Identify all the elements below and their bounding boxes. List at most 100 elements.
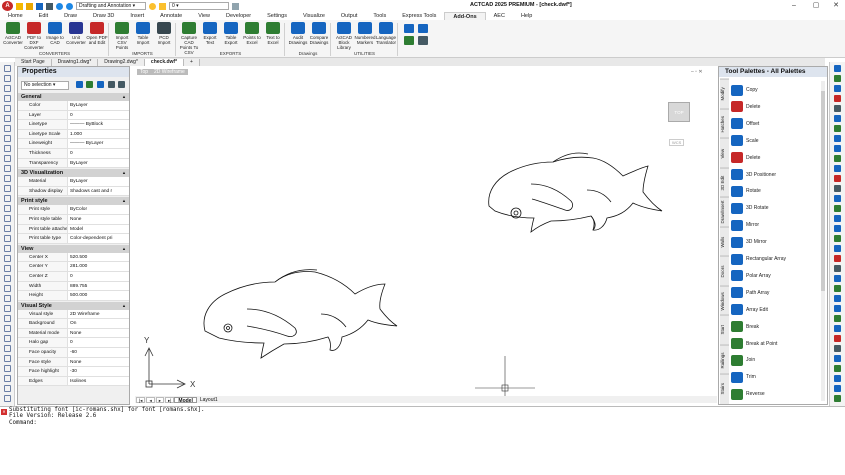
tab-view[interactable]: View xyxy=(190,12,218,20)
palette-item-delete[interactable]: Delete xyxy=(731,151,760,165)
property-row[interactable]: Face style None xyxy=(18,357,129,368)
doc-tab-drawing2-dwg[interactable]: Drawing2.dwg* xyxy=(98,59,145,66)
palette-tab-stairs[interactable]: Stairs xyxy=(720,374,729,404)
property-row[interactable]: Material ByLayer xyxy=(18,177,129,187)
right-tool-icon[interactable] xyxy=(834,255,841,262)
right-tool-icon[interactable] xyxy=(834,385,841,392)
property-row[interactable]: Thickness 0 xyxy=(18,148,129,159)
right-tool-icon[interactable] xyxy=(834,145,841,152)
pcd-import-button[interactable]: PCD Import xyxy=(153,22,175,50)
property-row[interactable]: Width 889.755 xyxy=(18,281,129,292)
left-tool-icon[interactable] xyxy=(3,395,11,402)
right-tool-icon[interactable] xyxy=(834,395,841,402)
property-value[interactable]: ByColor xyxy=(68,205,129,214)
audit-drawings-button[interactable]: Audit Drawings xyxy=(287,22,309,50)
unit-converter-button[interactable]: Unit Converter xyxy=(65,22,87,50)
first-layout-button[interactable]: |◂ xyxy=(136,396,146,403)
property-row[interactable]: Background On xyxy=(18,319,129,329)
tab-settings[interactable]: Settings xyxy=(259,12,295,20)
image-to-cad-button[interactable]: Image to CAD xyxy=(44,22,66,50)
doc-tab-drawing1-dwg[interactable]: Drawing1.dwg* xyxy=(51,59,99,66)
right-tool-icon[interactable] xyxy=(834,165,841,172)
property-value[interactable]: ByLayer xyxy=(68,159,129,168)
left-tool-icon[interactable] xyxy=(3,175,11,182)
right-tool-icon[interactable] xyxy=(834,95,841,102)
property-value[interactable]: 1.000 xyxy=(68,130,129,139)
section-3d-visualization[interactable]: 3D Visualization xyxy=(18,169,129,178)
palette-item-offset[interactable]: Offset xyxy=(731,117,759,131)
layout-tab-model[interactable]: Model xyxy=(174,396,197,404)
redo-icon[interactable] xyxy=(66,2,73,10)
palette-item-path-array[interactable]: Path Array xyxy=(731,286,769,300)
palette-tab-hatches[interactable]: Hatches xyxy=(720,108,729,139)
palette-tab-modify[interactable]: Modify xyxy=(720,79,729,109)
prev-layout-button[interactable]: ◂ xyxy=(146,396,155,403)
palette-item-break-at-point[interactable]: Break at Point xyxy=(731,337,777,351)
property-row[interactable]: Print style ByColor xyxy=(18,205,129,215)
property-value[interactable]: 0 xyxy=(68,272,129,281)
actcad-block-library-button[interactable]: ActCAD Block Library xyxy=(333,22,355,50)
tab-draw-3d[interactable]: Draw 3D xyxy=(85,12,122,20)
left-tool-icon[interactable] xyxy=(3,65,11,72)
property-value[interactable]: ByLayer xyxy=(68,101,129,110)
section-visual-style[interactable]: Visual Style xyxy=(18,301,129,310)
right-tool-icon[interactable] xyxy=(834,235,841,242)
property-value[interactable]: 0 xyxy=(68,149,129,158)
palette-item-rotate[interactable]: Rotate xyxy=(731,184,761,198)
palette-item-reverse[interactable]: Reverse xyxy=(731,387,765,401)
property-value[interactable]: Color-dependent pri xyxy=(68,234,129,243)
open-folder-icon[interactable] xyxy=(26,2,33,10)
left-tool-icon[interactable] xyxy=(3,135,11,142)
right-tool-icon[interactable] xyxy=(834,215,841,222)
layer-select[interactable]: 0 ▾ xyxy=(169,2,229,10)
right-tool-icon[interactable] xyxy=(834,295,841,302)
left-tool-icon[interactable] xyxy=(3,85,11,92)
capture-cad-points-to-csv-button[interactable]: Capture CAD Points To CSV xyxy=(178,22,200,55)
open-pdf-and-edit-button[interactable]: Open PDF and Edit xyxy=(86,22,108,50)
palette-tab-doors[interactable]: Doors xyxy=(720,256,729,286)
property-row[interactable]: Lineweight ——— ByLayer xyxy=(18,139,129,149)
tab-aec[interactable]: AEC xyxy=(486,12,513,20)
right-tool-icon[interactable] xyxy=(834,265,841,272)
tab-insert[interactable]: Insert xyxy=(122,12,152,20)
right-tool-icon[interactable] xyxy=(834,345,841,352)
language-translator-button[interactable]: Language Translator xyxy=(375,22,397,50)
select-objects-icon[interactable] xyxy=(86,81,94,88)
property-row[interactable]: Shadow display Shadows cast and r xyxy=(18,186,129,197)
left-tool-icon[interactable] xyxy=(3,115,11,122)
left-tool-icon[interactable] xyxy=(3,255,11,262)
tab-help[interactable]: Help xyxy=(513,12,540,20)
property-value[interactable]: On xyxy=(68,319,129,328)
property-row[interactable]: Visual style 2D Wireframe xyxy=(18,309,129,320)
text-to-excel-button[interactable]: Text to Excel xyxy=(262,22,284,50)
left-tool-icon[interactable] xyxy=(3,155,11,162)
property-row[interactable]: Color ByLayer xyxy=(18,101,129,111)
right-tool-icon[interactable] xyxy=(834,275,841,282)
selection-dropdown[interactable]: No selection ▾ xyxy=(21,81,69,90)
right-tool-icon[interactable] xyxy=(834,375,841,382)
right-tool-icon[interactable] xyxy=(834,105,841,112)
last-layout-button[interactable]: ▸| xyxy=(164,396,175,403)
property-value[interactable]: ——— ByBlock xyxy=(68,120,129,129)
left-tool-icon[interactable] xyxy=(3,245,11,252)
left-tool-icon[interactable] xyxy=(3,365,11,372)
undo-icon[interactable] xyxy=(56,2,63,10)
palette-tab-view[interactable]: View xyxy=(720,138,729,168)
right-tool-icon[interactable] xyxy=(834,355,841,362)
palette-item-3d-mirror[interactable]: 3D Mirror xyxy=(731,235,767,249)
palette-tab-railings[interactable]: Railings xyxy=(720,344,729,375)
tab-developer[interactable]: Developer xyxy=(218,12,259,20)
left-tool-icon[interactable] xyxy=(3,185,11,192)
palette-item-3d-rotate[interactable]: 3D Rotate xyxy=(731,201,769,215)
property-row[interactable]: Linetype Scale 1.000 xyxy=(18,129,129,140)
property-row[interactable]: Halo gap 0 xyxy=(18,338,129,349)
maximize-button[interactable]: ▢ xyxy=(810,1,822,11)
layout-tab-layout1[interactable]: Layout1 xyxy=(197,397,221,403)
property-value[interactable]: 0 xyxy=(68,111,129,120)
property-value[interactable]: Shadows cast and r xyxy=(68,187,129,196)
left-tool-icon[interactable] xyxy=(3,265,11,272)
table-import-button[interactable]: Table Import xyxy=(132,22,154,50)
property-value[interactable]: 0 xyxy=(68,338,129,347)
drawing-canvas[interactable]: Top 2D Wireframe – ▫ ✕ TOP WCS Y X xyxy=(135,66,717,402)
palette-item-array-edit[interactable]: Array Edit xyxy=(731,303,768,317)
